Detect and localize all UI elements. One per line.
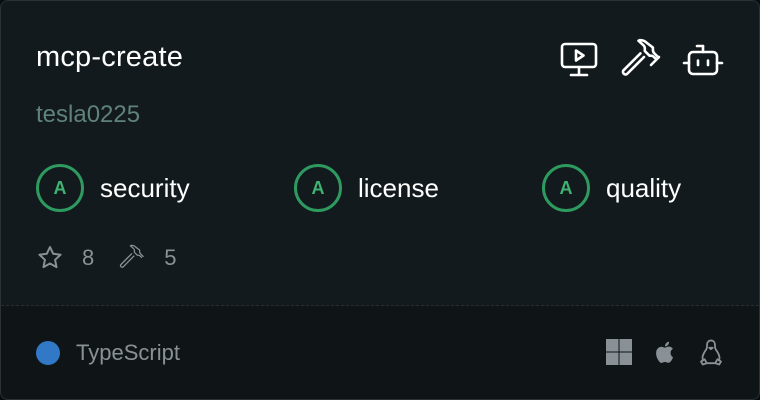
server-author[interactable]: tesla0225 xyxy=(36,101,140,129)
score-license[interactable]: A license xyxy=(294,164,439,212)
language-dot xyxy=(36,341,60,365)
language-name: TypeScript xyxy=(76,340,180,365)
platform-icons xyxy=(605,338,725,366)
language-indicator: TypeScript xyxy=(36,340,180,366)
score-row: A security A license A quality xyxy=(36,164,736,212)
bot-icon[interactable] xyxy=(681,38,725,82)
score-label: license xyxy=(358,172,439,203)
monitor-play-icon[interactable] xyxy=(557,38,601,82)
server-title[interactable]: mcp-create xyxy=(36,41,183,74)
grade-badge: A xyxy=(542,164,590,212)
tools-stat: 5 xyxy=(118,244,177,272)
stars-stat: 8 xyxy=(36,244,94,272)
score-quality[interactable]: A quality xyxy=(542,164,681,212)
stats-row: 8 5 xyxy=(36,244,201,272)
card-footer: TypeScript xyxy=(1,306,759,399)
score-security[interactable]: A security xyxy=(36,164,190,212)
score-label: quality xyxy=(606,172,682,203)
tools-count: 5 xyxy=(164,245,177,270)
score-label: security xyxy=(100,172,190,203)
server-card[interactable]: mcp-create tesla0225 A security A licens… xyxy=(0,0,760,400)
star-icon xyxy=(38,246,62,269)
capability-icons xyxy=(557,38,725,82)
hammer-icon[interactable] xyxy=(619,38,663,82)
grade-badge: A xyxy=(36,164,84,212)
apple-icon xyxy=(651,338,679,366)
windows-icon xyxy=(605,338,633,366)
stars-count: 8 xyxy=(82,245,95,270)
grade-badge: A xyxy=(294,164,342,212)
linux-icon xyxy=(697,338,725,366)
hammer-icon xyxy=(120,244,145,268)
